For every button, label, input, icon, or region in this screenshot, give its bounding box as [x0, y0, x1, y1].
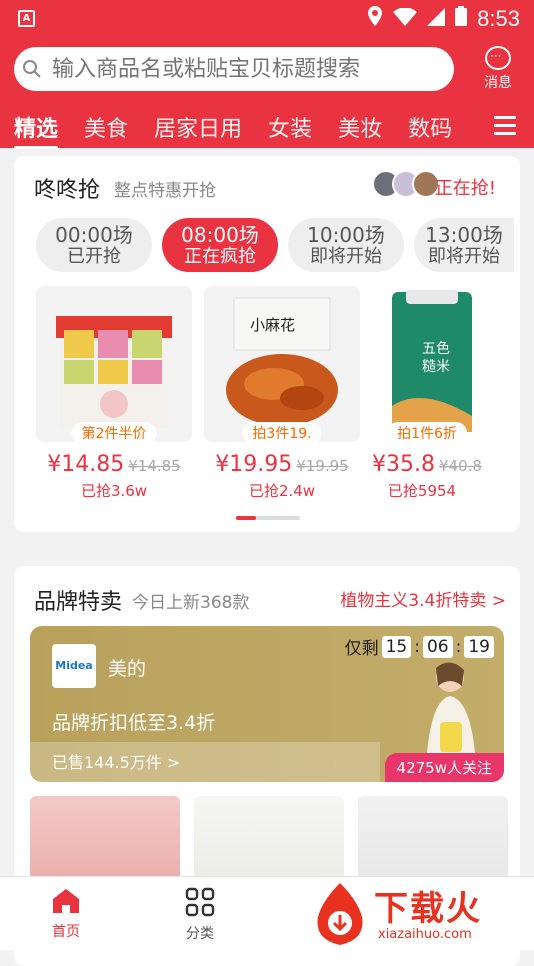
location-icon	[367, 6, 383, 32]
bottom-nav: 首页 分类 下载火 xiazaihuo.com	[0, 876, 534, 950]
chat-bubble-icon	[485, 46, 511, 70]
watermark: 下载火 xiazaihuo.com	[308, 879, 528, 949]
product-card[interactable]: 第2件半价 ¥14.85 ¥14.85 已抢3.6w	[36, 286, 192, 501]
slot-1000[interactable]: 10:00场 即将开始	[288, 218, 404, 272]
tab-beauty[interactable]: 美妆	[338, 111, 382, 143]
time-slots: 00:00场 已开抢 08:00场 正在疯抢 10:00场 即将开始 13:00…	[36, 218, 514, 272]
product-image: 小麻花 拍3件19.	[204, 286, 360, 442]
product-image: 五色糙米 拍1件6折	[372, 286, 482, 442]
wifi-icon	[393, 6, 418, 32]
tab-women[interactable]: 女装	[268, 111, 312, 143]
flash-products: 第2件半价 ¥14.85 ¥14.85 已抢3.6w 小麻花 拍3件19. ¥19…	[36, 286, 482, 501]
countdown-minutes: 06	[422, 635, 453, 658]
message-button[interactable]: 消息	[480, 46, 516, 92]
countdown-hours: 15	[381, 635, 412, 658]
brand-discount: 品牌折扣低至3.4折	[52, 712, 216, 734]
brand-banner[interactable]: Midea 美的 品牌折扣低至3.4折 已售144.5万件 > 仅剩 15: 0…	[30, 626, 504, 782]
brand-promo-link[interactable]: 植物主义3.4折特卖 >	[340, 586, 506, 611]
product-image-text: 五色糙米	[422, 341, 450, 375]
clock: 8:53	[477, 6, 520, 31]
tab-digital[interactable]: 数码	[408, 111, 452, 143]
watermark-url: xiazaihuo.com	[378, 927, 472, 942]
follow-badge: 4275w人关注	[384, 753, 504, 782]
battery-icon	[455, 6, 468, 32]
menu-icon[interactable]	[494, 116, 516, 140]
slot-0800[interactable]: 08:00场 正在疯抢	[162, 218, 278, 272]
tab-food[interactable]: 美食	[84, 111, 128, 143]
flash-subtitle: 整点特惠开抢	[114, 181, 216, 201]
slot-0000[interactable]: 00:00场 已开抢	[36, 218, 152, 272]
flash-sale-card: 咚咚抢 整点特惠开抢 正在抢! 00:00场 已开抢 08:00场 正在疯抢 1…	[14, 156, 520, 532]
avatar-group	[372, 170, 440, 198]
status-bar: A 8:53	[0, 0, 534, 36]
promo-tag: 拍3件19.	[242, 422, 322, 442]
message-label: 消息	[484, 75, 512, 91]
product-card[interactable]: 小麻花 拍3件19. ¥19.95 ¥19.95 已抢2.4w	[204, 286, 360, 501]
product-price: ¥14.85 ¥14.85	[47, 452, 181, 477]
product-price: ¥19.95 ¥19.95	[215, 452, 349, 477]
signal-icon	[427, 7, 446, 32]
product-image-text: 小麻花	[250, 316, 296, 334]
carousel-indicator	[236, 516, 300, 520]
slot-1300[interactable]: 13:00场 即将开始	[414, 218, 514, 272]
sold-count: 已抢5954	[387, 482, 457, 500]
fire-logo-icon	[317, 883, 363, 945]
search-bar[interactable]	[14, 47, 454, 91]
product-image: 第2件半价	[36, 286, 192, 442]
home-icon	[53, 889, 79, 913]
grabbing-status[interactable]: 正在抢!	[435, 174, 496, 200]
header: 消息 精选 美食 居家日用 女装 美妆 数码	[0, 36, 534, 149]
tab-home[interactable]: 居家日用	[154, 111, 242, 143]
nav-home[interactable]: 首页	[36, 887, 96, 941]
flash-title: 咚咚抢	[34, 178, 101, 203]
brand-name: 美的	[108, 658, 147, 680]
model-image	[426, 662, 476, 766]
category-tabs: 精选 美食 居家日用 女装 美妆 数码	[0, 106, 534, 149]
countdown-seconds: 19	[464, 635, 494, 658]
search-icon	[23, 60, 41, 78]
tab-featured[interactable]: 精选	[14, 111, 59, 149]
watermark-text: 下载火	[374, 889, 482, 929]
product-card[interactable]: 五色糙米 拍1件6折 ¥35.8 ¥40.8 已抢5954	[372, 286, 482, 501]
brand-sold[interactable]: 已售144.5万件 >	[30, 742, 380, 782]
grid-icon	[185, 887, 215, 917]
brand-subtitle: 今日上新368款	[132, 593, 250, 613]
app-icon: A	[18, 10, 35, 27]
brand-logo: Midea	[52, 644, 96, 688]
product-price: ¥35.8 ¥40.8	[372, 452, 482, 477]
nav-category[interactable]: 分类	[170, 887, 230, 943]
promo-tag: 拍1件6折	[387, 422, 467, 442]
promo-tag: 第2件半价	[71, 422, 157, 442]
search-input[interactable]	[52, 56, 432, 82]
sold-count: 已抢3.6w	[80, 482, 148, 500]
sold-count: 已抢2.4w	[248, 482, 316, 500]
brand-title: 品牌特卖	[34, 590, 123, 615]
